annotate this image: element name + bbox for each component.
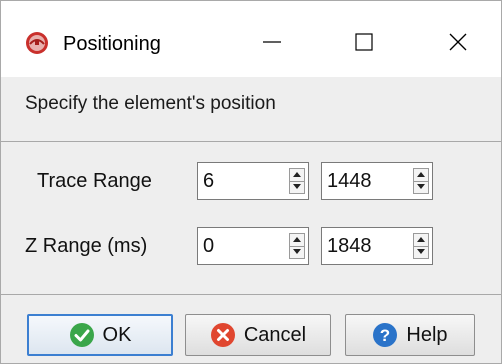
arrow-down-icon bbox=[293, 249, 301, 254]
arrow-up-icon bbox=[417, 172, 425, 177]
help-button[interactable]: ? Help bbox=[345, 314, 475, 356]
z-range-from-spinner[interactable]: 0 bbox=[197, 227, 309, 265]
trace-range-to-value[interactable]: 1448 bbox=[327, 168, 372, 194]
spin-down-button[interactable] bbox=[414, 246, 428, 258]
trace-range-label: Trace Range bbox=[37, 170, 152, 192]
arrow-up-icon bbox=[293, 237, 301, 242]
spin-down-button[interactable] bbox=[414, 181, 428, 193]
spin-down-button[interactable] bbox=[290, 181, 304, 193]
spin-buttons bbox=[289, 233, 305, 259]
trace-range-to-spinner[interactable]: 1448 bbox=[321, 162, 433, 200]
maximize-button[interactable] bbox=[329, 19, 399, 69]
positioning-dialog: Positioning Specify the element's positi… bbox=[0, 0, 502, 364]
ok-label: OK bbox=[102, 323, 132, 346]
window-title: Positioning bbox=[63, 33, 161, 55]
z-range-from-value[interactable]: 0 bbox=[203, 233, 214, 259]
z-range-label: Z Range (ms) bbox=[25, 235, 148, 257]
help-label: Help bbox=[406, 323, 448, 346]
app-icon bbox=[25, 31, 49, 55]
check-icon bbox=[69, 322, 95, 348]
help-icon: ? bbox=[372, 322, 398, 348]
ok-button[interactable]: OK bbox=[27, 314, 173, 356]
cancel-icon bbox=[210, 322, 236, 348]
minimize-icon bbox=[262, 32, 282, 57]
arrow-up-icon bbox=[417, 237, 425, 242]
close-icon bbox=[448, 32, 468, 57]
separator bbox=[1, 294, 501, 295]
minimize-button[interactable] bbox=[237, 19, 307, 69]
z-range-to-spinner[interactable]: 1848 bbox=[321, 227, 433, 265]
title-bar[interactable]: Positioning bbox=[1, 1, 501, 77]
close-button[interactable] bbox=[423, 19, 493, 69]
cancel-label: Cancel bbox=[243, 323, 307, 346]
spin-down-button[interactable] bbox=[290, 246, 304, 258]
arrow-up-icon bbox=[293, 172, 301, 177]
trace-range-from-value[interactable]: 6 bbox=[203, 168, 214, 194]
svg-text:?: ? bbox=[380, 326, 390, 345]
spin-buttons bbox=[413, 233, 429, 259]
arrow-down-icon bbox=[417, 184, 425, 189]
z-range-to-value[interactable]: 1848 bbox=[327, 233, 372, 259]
arrow-down-icon bbox=[417, 249, 425, 254]
maximize-icon bbox=[354, 32, 374, 57]
spin-buttons bbox=[413, 168, 429, 194]
cancel-button[interactable]: Cancel bbox=[185, 314, 331, 356]
dialog-body: Specify the element's position Trace Ran… bbox=[1, 77, 501, 363]
separator bbox=[1, 141, 501, 142]
instruction-text: Specify the element's position bbox=[25, 93, 276, 114]
trace-range-from-spinner[interactable]: 6 bbox=[197, 162, 309, 200]
spin-buttons bbox=[289, 168, 305, 194]
arrow-down-icon bbox=[293, 184, 301, 189]
